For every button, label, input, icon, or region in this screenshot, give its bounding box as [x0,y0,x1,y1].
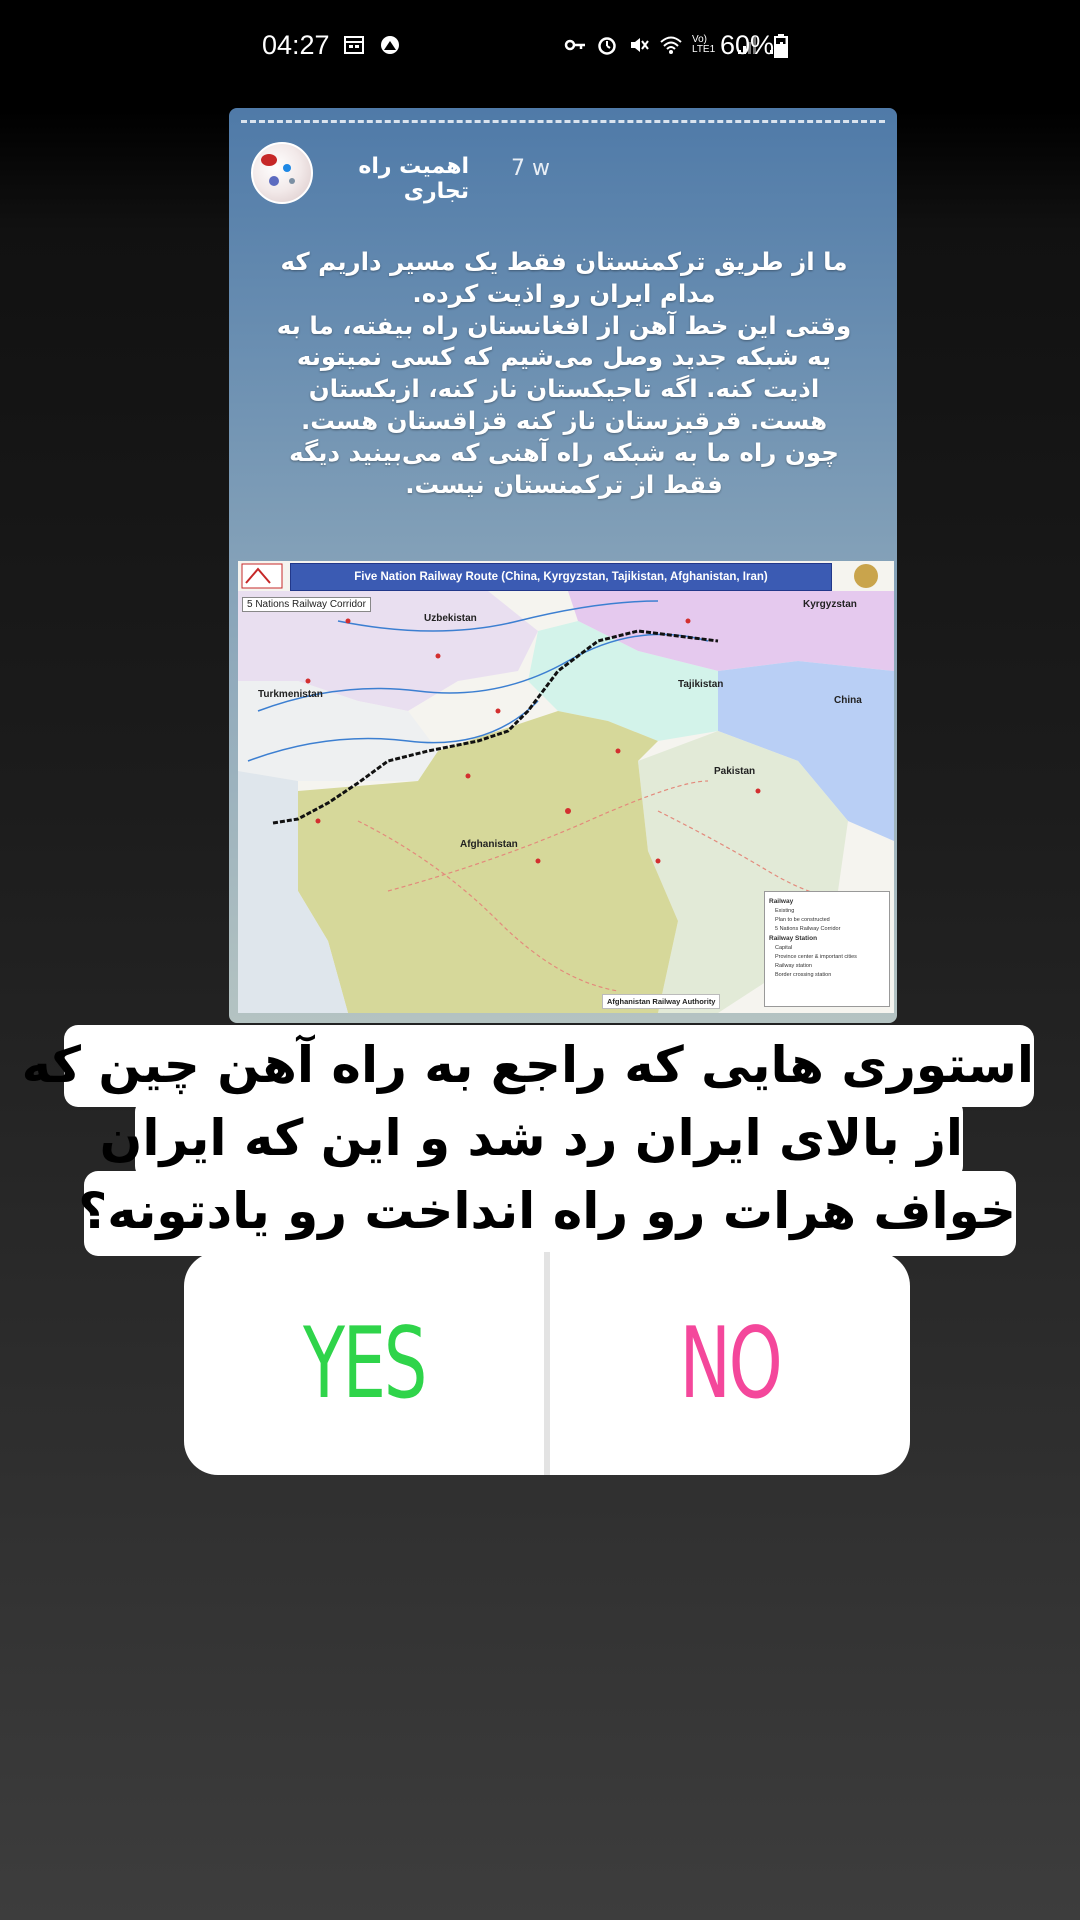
country-label: Kyrgyzstan [803,599,857,610]
map-authority-label: Afghanistan Railway Authority [602,994,721,1009]
country-label: Tajikistan [678,679,724,690]
caption-line: فقط از ترکمنستان نیست. [405,469,723,499]
country-label: Pakistan [714,766,756,777]
post-age: 7 w [511,156,550,181]
battery-icon [774,34,788,58]
map-corridor-label: 5 Nations Railway Corridor [242,597,371,612]
question-line: از بالای ایران رد شد و این که ایران [100,1098,963,1180]
question-line: استوری هایی که راجع به راه آهن چین که [22,1025,1034,1107]
legend-item: Existing [775,908,795,914]
legend-title: Railway [769,898,794,905]
battery-percentage: 60% [720,30,775,60]
caption-line: یه شبکه جدید وصل می‌شیم که کسی نمیتونه [296,342,832,372]
country-label: China [834,695,862,706]
status-left-icons [343,34,401,56]
legend-item: Border crossing station [775,972,832,978]
legend-item: Capital [775,945,793,951]
post-username[interactable]: اهمیت راه تجاری [329,154,469,204]
caption-line: مدام ایران رو اذیت کرده. [412,278,716,308]
caption-line: ما از طریق ترکمنستان فقط یک مسیر داریم ک… [280,247,848,276]
mute-icon [628,34,650,56]
legend-item: 5 Nations Railway Corridor [775,926,841,932]
status-bar: 04:27 Vo) LTE1 60% [0,0,1080,100]
caption-line: وقتی این خط آهن از افغانستان راه بیفته، … [276,310,852,340]
caption-line: هست. قرقیزستان ناز کنه قزاقستان هست. [300,405,828,435]
legend-item: Province center & important cities [775,954,857,960]
calendar-icon [343,34,365,56]
app-notification-icon [379,34,401,56]
caption-line: چون راه ما به شبکه راه آهنی که می‌بینید … [289,437,839,467]
poll-divider [544,1252,550,1475]
country-label: Uzbekistan [424,613,477,624]
map-title: Five Nation Railway Route (China, Kyrgyz… [290,563,832,591]
poll-yes-button[interactable]: YES [224,1252,505,1475]
alarm-icon [596,34,618,56]
key-icon [564,34,586,56]
poll-no-button[interactable]: NO [590,1252,871,1475]
legend-item: Plan to be constructed [775,917,830,923]
poll-sticker: YES NO [184,1252,910,1475]
country-label: Turkmenistan [258,689,323,700]
question-line: خواف هرات رو راه انداخت رو یادتونه؟ [78,1171,1016,1256]
legend-item: Railway station [775,963,812,969]
map-legend: Railway Existing Plan to be constructed … [764,891,890,1007]
story-progress-divider [241,120,885,123]
post-caption: ما از طریق ترکمنستان فقط یک مسیر داریم ک… [269,246,859,500]
clock: 04:27 [262,30,330,60]
railway-map-image: Five Nation Railway Route (China, Kyrgyz… [238,561,894,1013]
wifi-icon [660,34,682,56]
shared-post-card[interactable]: اهمیت راه تجاری 7 w ما از طریق ترکمنستان… [229,108,897,1023]
avatar[interactable] [251,142,313,204]
legend-title: Railway Station [769,935,818,942]
country-label: Afghanistan [460,839,518,850]
caption-line: اذیت کنه. اگه تاجیکستان ناز کنه، ازبکستا… [308,374,820,404]
